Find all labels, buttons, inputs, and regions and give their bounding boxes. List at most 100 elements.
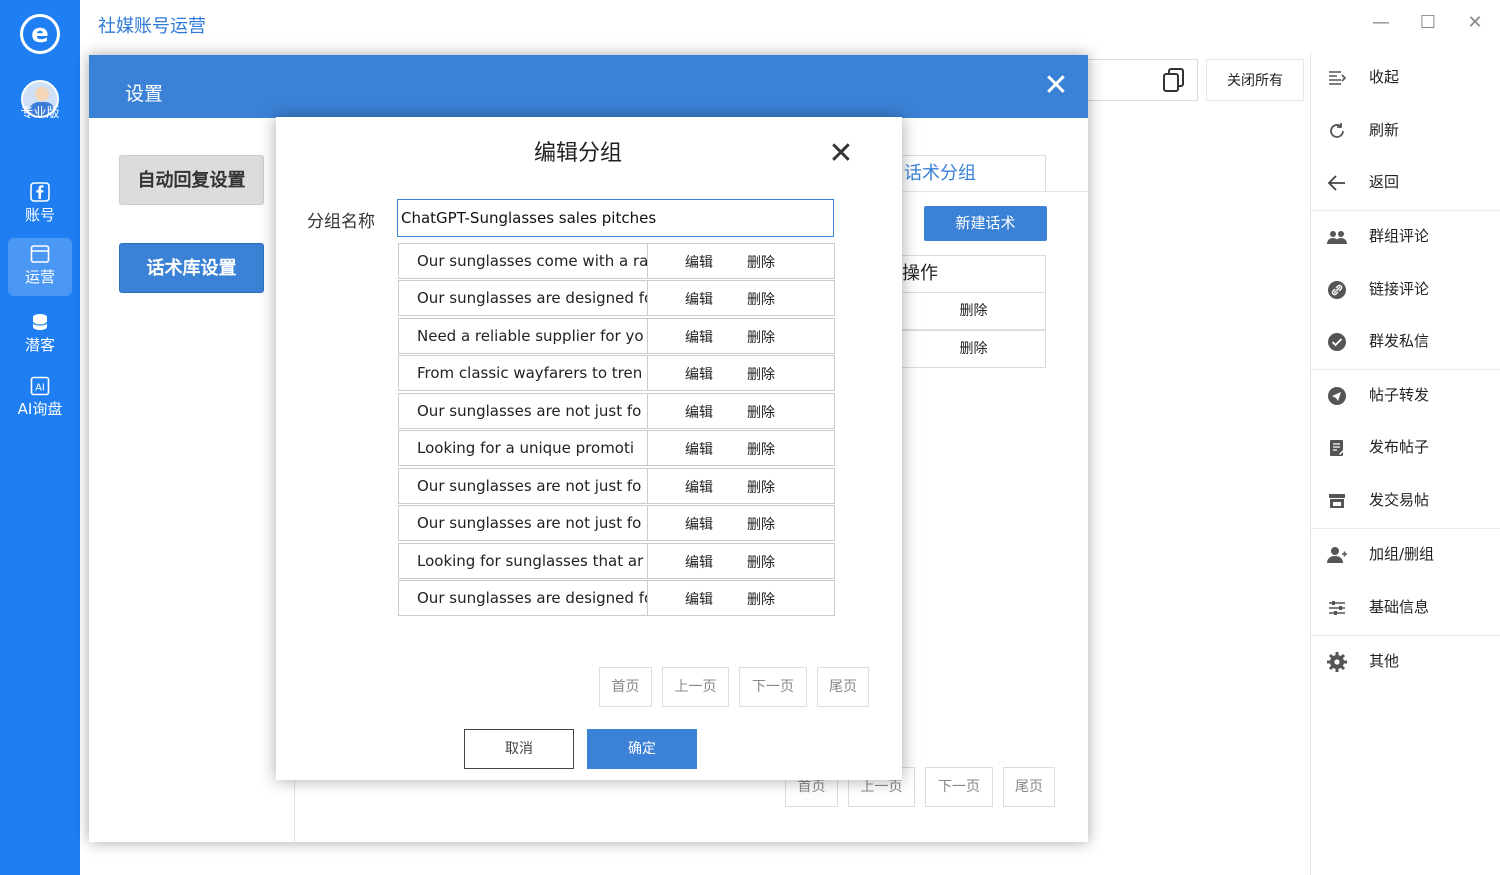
copy-icon[interactable]: [1160, 66, 1188, 94]
right-panel-separator: [1311, 210, 1500, 211]
edit-button[interactable]: 编辑: [685, 514, 713, 534]
group-name-input[interactable]: [397, 199, 834, 237]
bg-next-page-button[interactable]: 下一页: [925, 767, 993, 807]
nav-item-operations[interactable]: 运营: [8, 238, 72, 296]
auto-reply-settings-button[interactable]: 自动回复设置: [119, 155, 264, 205]
table-row: Looking for a unique promoti 编辑 删除: [398, 430, 836, 468]
edit-button[interactable]: 编辑: [685, 402, 713, 422]
table-row: Looking for sunglasses that ar 编辑 删除: [398, 542, 836, 580]
refresh-icon: [1330, 123, 1344, 138]
next-page-button[interactable]: 下一页: [739, 667, 807, 707]
collapse-icon: [1329, 71, 1347, 85]
right-panel-item[interactable]: 加组/删组: [1311, 529, 1500, 581]
tab-script-groups[interactable]: 话术分组: [901, 155, 1046, 191]
close-icon[interactable]: ✕: [826, 139, 856, 169]
nav-label-operations: 运营: [24, 268, 55, 286]
right-panel-item[interactable]: 发布帖子: [1311, 422, 1500, 474]
gear-icon: [1327, 652, 1347, 672]
minimize-icon[interactable]: —: [1370, 12, 1392, 34]
avatar-head: [35, 87, 49, 101]
nav-label-ai-inquiry: AI询盘: [17, 400, 63, 418]
right-panel-item[interactable]: 基础信息: [1311, 582, 1500, 634]
link-icon: [1328, 281, 1346, 299]
script-text: Our sunglasses come with a ra: [398, 242, 648, 279]
right-panel-item[interactable]: 收起: [1311, 52, 1500, 104]
sliders-icon: [1329, 601, 1345, 615]
check-circle-icon: [1328, 333, 1346, 351]
edit-button[interactable]: 编辑: [685, 364, 713, 384]
edit-button[interactable]: 编辑: [685, 327, 713, 347]
edit-button[interactable]: 编辑: [685, 252, 713, 272]
delete-button[interactable]: 删除: [747, 439, 775, 459]
app-logo: e: [20, 14, 60, 54]
close-all-button[interactable]: 关闭所有: [1206, 59, 1304, 101]
ops-column-header: 操作: [901, 255, 1046, 293]
table-row: From classic wayfarers to tren 编辑 删除: [398, 355, 836, 393]
confirm-button[interactable]: 确定: [587, 729, 697, 769]
row-actions: 编辑 删除: [647, 317, 835, 354]
edit-button[interactable]: 编辑: [685, 552, 713, 572]
delete-button[interactable]: 删除: [747, 552, 775, 572]
store-icon: [1329, 494, 1345, 508]
dialog-title: 编辑分组: [533, 141, 622, 166]
right-panel-item[interactable]: 群组评论: [1311, 211, 1500, 263]
maximize-icon[interactable]: ☐: [1417, 12, 1439, 34]
script-library-settings-button[interactable]: 话术库设置: [119, 243, 264, 293]
delete-button[interactable]: 删除: [747, 289, 775, 309]
row-actions: 编辑 删除: [647, 430, 835, 467]
right-panel-separator: [1311, 528, 1500, 529]
right-panel-label: 群组评论: [1369, 227, 1430, 245]
right-panel-item[interactable]: 发交易帖: [1311, 475, 1500, 527]
script-text: Our sunglasses are not just fo: [398, 467, 648, 504]
new-script-button[interactable]: 新建话术: [924, 206, 1047, 241]
delete-button[interactable]: 删除: [747, 402, 775, 422]
group-name-label: 分组名称: [307, 212, 375, 232]
edit-button[interactable]: 编辑: [685, 589, 713, 609]
row-actions: 编辑 删除: [647, 242, 835, 279]
last-page-button[interactable]: 尾页: [817, 667, 869, 707]
right-panel-item[interactable]: 其他: [1311, 636, 1500, 688]
right-panel-label: 帖子转发: [1369, 386, 1430, 404]
right-panel-item[interactable]: 链接评论: [1311, 264, 1500, 316]
table-row: Our sunglasses are not just fo 编辑 删除: [398, 392, 836, 430]
settings-title: 设置: [125, 83, 164, 105]
right-panel-label: 基础信息: [1369, 598, 1430, 616]
prev-page-button[interactable]: 上一页: [662, 667, 729, 707]
first-page-button[interactable]: 首页: [599, 667, 652, 707]
scripts-table: Our sunglasses come with a ra 编辑 删除 Our sun…: [398, 242, 836, 617]
row-actions: 编辑 删除: [647, 580, 835, 617]
right-panel-item[interactable]: 刷新: [1311, 105, 1500, 157]
edit-group-dialog: 编辑分组 ✕ 分组名称 Our sunglasses come with a r…: [276, 117, 902, 780]
facebook-icon: [30, 182, 50, 202]
user-add-icon: [1327, 547, 1347, 563]
delete-button[interactable]: 删除: [747, 252, 775, 272]
edit-note-icon: [1330, 440, 1345, 456]
bg-delete-button[interactable]: 删除: [901, 330, 1046, 368]
nav-item-account[interactable]: 账号: [8, 176, 72, 234]
delete-button[interactable]: 删除: [747, 364, 775, 384]
delete-button[interactable]: 删除: [747, 327, 775, 347]
edit-button[interactable]: 编辑: [685, 439, 713, 459]
right-panel-separator: [1311, 635, 1500, 636]
window-close-icon[interactable]: ✕: [1464, 12, 1486, 34]
nav-label-account: 账号: [24, 206, 55, 224]
table-row: Our sunglasses are designed fo 编辑 删除: [398, 580, 836, 618]
edit-button[interactable]: 编辑: [685, 289, 713, 309]
delete-button[interactable]: 删除: [747, 514, 775, 534]
nav-item-ai-inquiry[interactable]: AI AI询盘: [8, 370, 72, 428]
row-actions: 编辑 删除: [647, 542, 835, 579]
row-actions: 编辑 删除: [647, 355, 835, 392]
script-text: Looking for a unique promoti: [398, 430, 648, 467]
close-icon[interactable]: ✕: [1041, 71, 1071, 101]
right-panel-item[interactable]: 帖子转发: [1311, 370, 1500, 422]
edit-button[interactable]: 编辑: [685, 477, 713, 497]
bg-last-page-button[interactable]: 尾页: [1003, 767, 1055, 807]
row-actions: 编辑 删除: [647, 505, 835, 542]
nav-item-leads[interactable]: 潜客: [8, 306, 72, 364]
delete-button[interactable]: 删除: [747, 589, 775, 609]
right-panel-item[interactable]: 群发私信: [1311, 316, 1500, 368]
delete-button[interactable]: 删除: [747, 477, 775, 497]
bg-delete-button[interactable]: 删除: [901, 292, 1046, 330]
cancel-button[interactable]: 取消: [464, 729, 574, 769]
right-panel-item[interactable]: 返回: [1311, 157, 1500, 209]
